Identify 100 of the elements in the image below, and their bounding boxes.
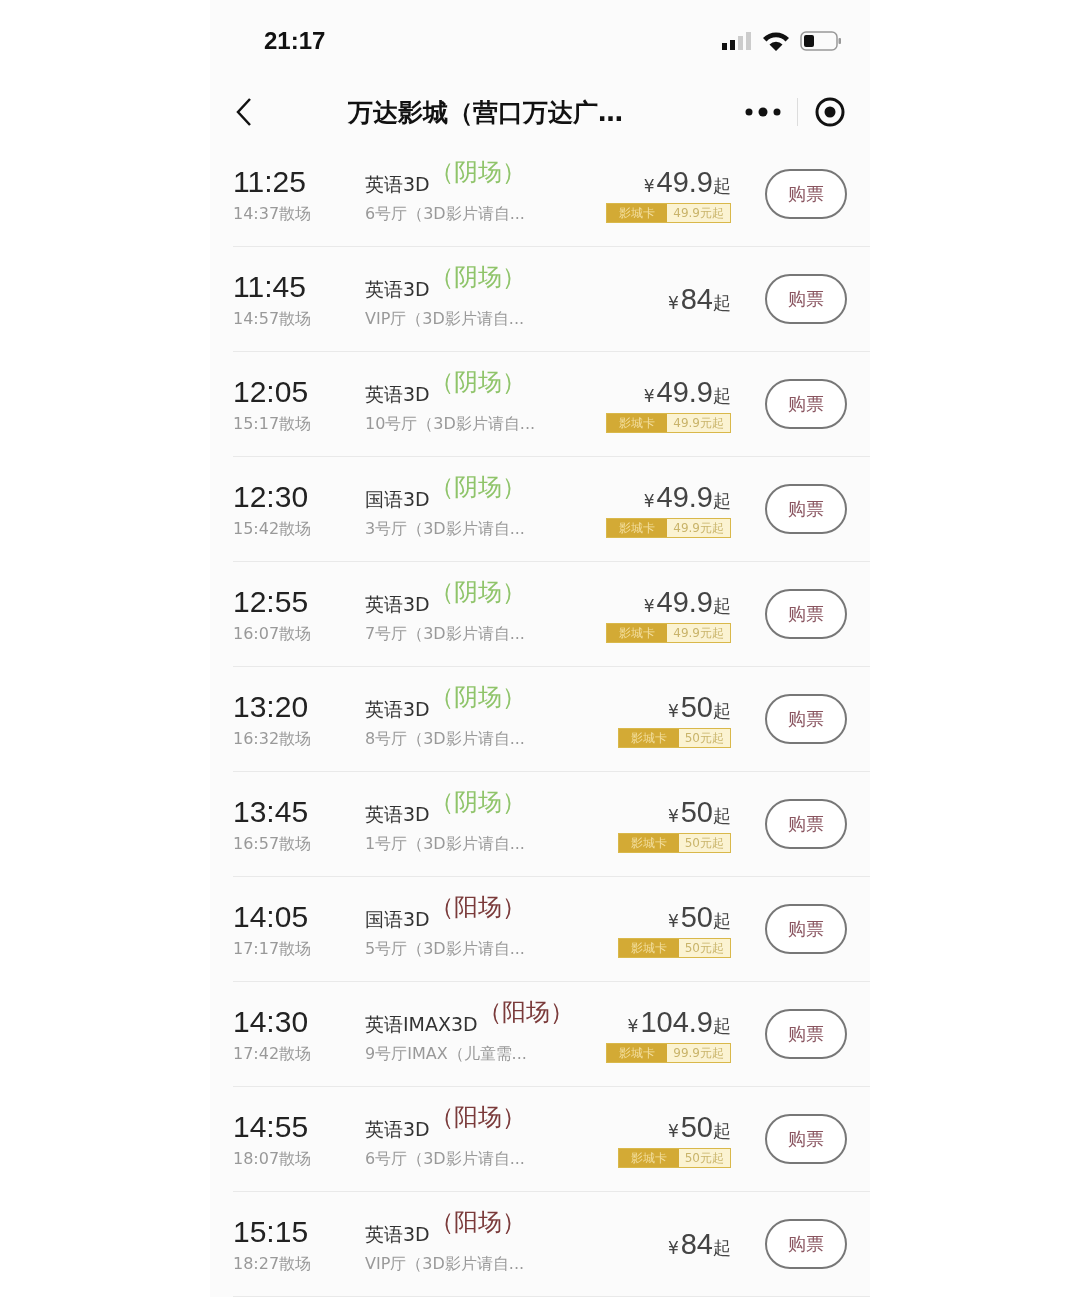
card-label: 影城卡 xyxy=(607,1043,668,1062)
session-tag: （阴场） xyxy=(429,680,526,713)
buy-button[interactable]: 购票 xyxy=(765,379,847,429)
ticket-price: ¥49.9起 xyxy=(643,375,731,409)
card-label: 影城卡 xyxy=(607,413,668,432)
ticket-price: ¥49.9起 xyxy=(643,585,731,619)
session-tag: （阴场） xyxy=(429,575,526,608)
hall-info: 10号厅（3D影片请自... xyxy=(365,413,537,435)
hall-info: 1号厅（3D影片请自... xyxy=(365,833,526,855)
card-price: 50元起 xyxy=(678,1148,730,1167)
buy-button[interactable]: 购票 xyxy=(765,274,847,324)
hall-info: 7号厅（3D影片请自... xyxy=(365,623,526,645)
start-time: 11:25 xyxy=(233,163,307,200)
signal-icon xyxy=(722,32,752,50)
session-tag: （阴场） xyxy=(429,785,526,818)
start-time: 13:20 xyxy=(233,688,310,725)
start-time: 12:30 xyxy=(233,478,310,515)
ticket-price: ¥49.9起 xyxy=(643,480,731,514)
buy-button[interactable]: 购票 xyxy=(765,1009,847,1059)
ticket-price: ¥104.9起 xyxy=(627,1005,731,1039)
end-time: 17:42散场 xyxy=(233,1043,313,1065)
end-time: 15:17散场 xyxy=(233,413,313,435)
hall-info: 6号厅（3D影片请自... xyxy=(365,203,526,225)
film-version: 英语3D xyxy=(365,591,430,617)
film-version: 英语3D xyxy=(365,171,430,197)
page-title: 万达影城（营口万达广… xyxy=(348,96,624,129)
start-time: 14:55 xyxy=(233,1108,310,1145)
film-version: 英语3D xyxy=(365,696,430,722)
buy-button[interactable]: 购票 xyxy=(765,484,847,534)
buy-button[interactable]: 购票 xyxy=(765,589,847,639)
end-time: 15:42散场 xyxy=(233,518,313,540)
back-icon[interactable] xyxy=(236,97,252,127)
hall-info: 9号厅IMAX（儿童需... xyxy=(365,1043,528,1065)
film-version: 英语3D xyxy=(365,381,430,407)
hall-info: 3号厅（3D影片请自... xyxy=(365,518,526,540)
ticket-price: ¥50起 xyxy=(667,900,731,934)
end-time: 18:07散场 xyxy=(233,1148,313,1170)
buy-button[interactable]: 购票 xyxy=(765,1114,847,1164)
more-icon[interactable] xyxy=(745,107,781,117)
card-price: 49.9元起 xyxy=(667,413,730,432)
session-tag: （阳场） xyxy=(429,890,526,923)
session-tag: （阳场） xyxy=(429,1205,526,1238)
card-price: 49.9元起 xyxy=(667,203,730,222)
film-version: 国语3D xyxy=(365,906,430,932)
end-time: 16:07散场 xyxy=(233,623,313,645)
hall-info: 5号厅（3D影片请自... xyxy=(365,938,526,960)
buy-button[interactable]: 购票 xyxy=(765,1219,847,1269)
film-version: 英语IMAX3D xyxy=(365,1011,478,1037)
start-time: 11:45 xyxy=(233,268,307,305)
card-label: 影城卡 xyxy=(607,518,668,537)
battery-icon xyxy=(800,31,842,51)
status-time: 21:17 xyxy=(264,27,326,55)
session-tag: （阴场） xyxy=(429,260,526,293)
end-time: 14:37散场 xyxy=(233,203,313,225)
ticket-price: ¥50起 xyxy=(667,690,731,724)
ticket-price: ¥84起 xyxy=(667,282,731,316)
end-time: 16:32散场 xyxy=(233,728,313,750)
card-label: 影城卡 xyxy=(618,833,679,852)
session-tag: （阳场） xyxy=(429,1100,526,1133)
start-time: 14:05 xyxy=(233,898,310,935)
buy-button[interactable]: 购票 xyxy=(765,169,847,219)
target-icon[interactable] xyxy=(814,96,846,128)
hall-info: 6号厅（3D影片请自... xyxy=(365,1148,526,1170)
buy-button[interactable]: 购票 xyxy=(765,694,847,744)
wifi-icon xyxy=(762,31,790,51)
card-price: 50元起 xyxy=(678,728,730,747)
card-price: 50元起 xyxy=(678,833,730,852)
session-tag: （阴场） xyxy=(429,470,526,503)
hall-info: 8号厅（3D影片请自... xyxy=(365,728,526,750)
ticket-price: ¥50起 xyxy=(667,1110,731,1144)
card-price: 99.9元起 xyxy=(667,1043,730,1062)
card-price: 49.9元起 xyxy=(667,623,730,642)
end-time: 14:57散场 xyxy=(233,308,313,330)
end-time: 16:57散场 xyxy=(233,833,313,855)
end-time: 18:27散场 xyxy=(233,1253,313,1275)
start-time: 12:55 xyxy=(233,583,310,620)
card-label: 影城卡 xyxy=(618,938,679,957)
card-label: 影城卡 xyxy=(618,1148,679,1167)
film-version: 英语3D xyxy=(365,801,430,827)
film-version: 英语3D xyxy=(365,276,430,302)
buy-button[interactable]: 购票 xyxy=(765,799,847,849)
ticket-price: ¥49.9起 xyxy=(643,165,731,199)
card-label: 影城卡 xyxy=(607,623,668,642)
film-version: 国语3D xyxy=(365,486,430,512)
session-tag: （阴场） xyxy=(429,155,526,188)
card-price: 49.9元起 xyxy=(667,518,730,537)
card-price: 50元起 xyxy=(678,938,730,957)
film-version: 英语3D xyxy=(365,1221,430,1247)
card-label: 影城卡 xyxy=(618,728,679,747)
card-label: 影城卡 xyxy=(607,203,668,222)
hall-info: VIP厅（3D影片请自... xyxy=(365,308,526,330)
session-tag: （阳场） xyxy=(477,995,574,1028)
end-time: 17:17散场 xyxy=(233,938,313,960)
start-time: 12:05 xyxy=(233,373,310,410)
start-time: 13:45 xyxy=(233,793,310,830)
buy-button[interactable]: 购票 xyxy=(765,904,847,954)
film-version: 英语3D xyxy=(365,1116,430,1142)
start-time: 15:15 xyxy=(233,1213,310,1250)
ticket-price: ¥84起 xyxy=(667,1227,731,1261)
ticket-price: ¥50起 xyxy=(667,795,731,829)
